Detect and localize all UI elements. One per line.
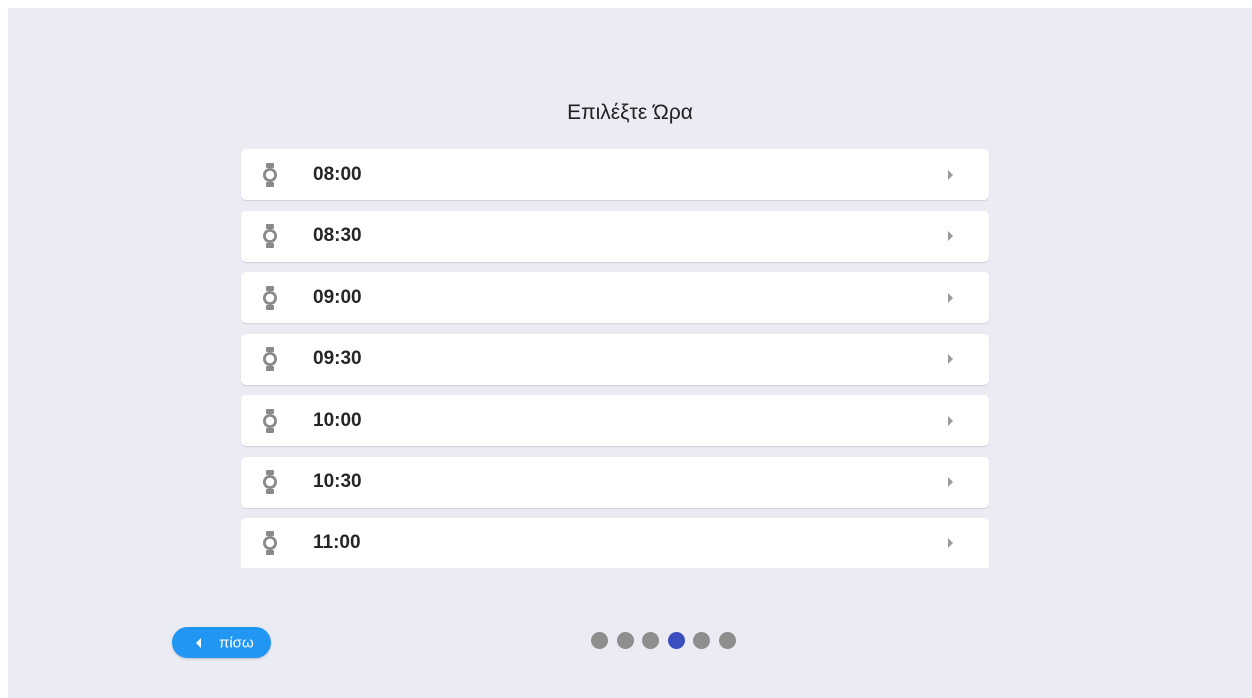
slot-time: 11:00 [313, 532, 361, 553]
back-button[interactable]: πίσω [172, 627, 271, 658]
booking-screen: Επιλέξτε Ώρα 08:00 08:30 09:00 09:30 10:… [8, 8, 1252, 698]
step-dot-5 [693, 632, 711, 649]
time-slot-1030[interactable]: 10:30 [241, 456, 989, 508]
watch-icon [263, 224, 277, 248]
slot-time: 08:30 [313, 225, 362, 246]
chevron-right-icon [948, 231, 953, 241]
time-slot-0800[interactable]: 08:00 [241, 149, 989, 200]
chevron-right-icon [948, 169, 953, 180]
back-button-label: πίσω [219, 634, 254, 651]
step-dot-1 [591, 632, 608, 649]
slot-time: 08:00 [313, 163, 362, 185]
watch-icon [263, 347, 277, 371]
watch-icon [263, 285, 277, 310]
chevron-right-icon [948, 415, 953, 426]
watch-icon [263, 470, 277, 494]
time-slot-1000[interactable]: 10:00 [241, 395, 989, 446]
step-indicator [591, 632, 736, 649]
time-slot-0930[interactable]: 09:30 [241, 333, 989, 385]
watch-icon [263, 531, 277, 555]
step-dot-4-active [667, 632, 685, 649]
time-slot-0830[interactable]: 08:30 [241, 210, 989, 262]
chevron-right-icon [948, 292, 953, 303]
chevron-right-icon [948, 354, 953, 364]
slot-time: 09:00 [313, 286, 362, 308]
chevron-right-icon [948, 477, 953, 487]
slot-time: 10:00 [313, 409, 362, 431]
slot-time: 09:30 [313, 348, 362, 369]
watch-icon [263, 408, 277, 433]
step-dot-2 [616, 632, 634, 649]
slot-time: 10:30 [313, 471, 362, 492]
time-slot-0900[interactable]: 09:00 [241, 272, 989, 323]
step-dot-6 [718, 632, 736, 649]
step-dot-3 [642, 632, 660, 649]
time-slot-1100[interactable]: 11:00 [241, 518, 989, 568]
page-title: Επιλέξτε Ώρα [567, 101, 693, 124]
watch-icon [263, 162, 277, 187]
chevron-right-icon [948, 538, 953, 548]
chevron-left-icon [196, 637, 201, 648]
time-slot-list: 08:00 08:30 09:00 09:30 10:00 10:30 11:0… [241, 149, 989, 568]
